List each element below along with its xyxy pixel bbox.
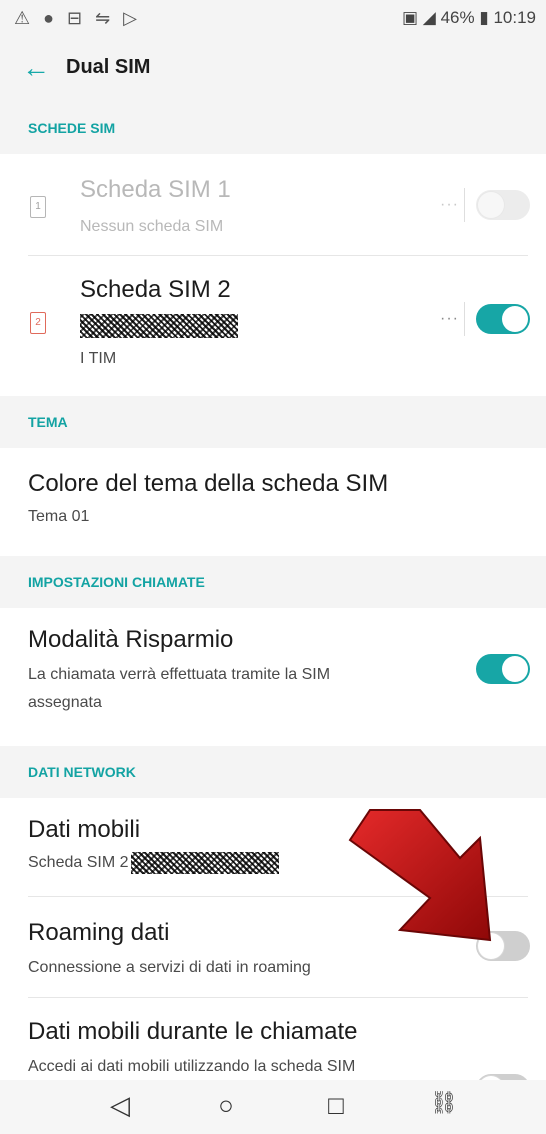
theme-color-row[interactable]: Colore del tema della scheda SIM Tema 01 [0,448,546,548]
battery-level: 46% [440,8,475,27]
saving-mode-toggle[interactable] [476,654,530,684]
saving-mode-title: Modalità Risparmio [28,626,234,653]
sim2-title: Scheda SIM 2 [80,276,231,303]
back-triangle-icon[interactable]: ◁ [100,1090,140,1124]
page-title: Dual SIM [66,56,151,78]
sim2-row[interactable]: 2 Scheda SIM 2 I TIM ··· [0,256,546,386]
saving-mode-desc-line2: assegnata [28,694,102,711]
divider-vertical [464,188,465,222]
mobile-data-value: Scheda SIM 2 [28,850,279,876]
more-options-icon[interactable]: ··· [440,310,459,328]
notification-icons: ⚠ ● ⊟ ⇋ ▷ [14,8,142,28]
roaming-subtitle: Connessione a servizi di dati in roaming [28,959,311,976]
app-bar: ← Dual SIM [0,36,546,102]
data-during-calls-row[interactable]: Dati mobili durante le chiamate Accedi a… [0,998,546,1080]
mobile-data-sim-label: Scheda SIM 2 [28,854,129,871]
battery-icon: ▮ [479,8,489,27]
data-during-calls-title: Dati mobili durante le chiamate [28,1018,358,1045]
sim1-subtitle: Nessun scheda SIM [80,218,224,235]
mobile-data-title: Dati mobili [28,816,141,843]
back-arrow-icon[interactable]: ← [22,52,50,84]
sim-card-icon: 1 [30,196,46,218]
theme-color-title: Colore del tema della scheda SIM [28,470,389,497]
sim-card-icon: 2 [30,312,46,334]
section-title: DATI NETWORK [28,764,136,780]
annotation-arrow-icon [348,809,492,942]
nfc-icon: ▣ [401,8,419,27]
section-title: IMPOSTAZIONI CHIAMATE [28,574,205,590]
data-during-calls-subtitle: Accedi ai dati mobili utilizzando la sch… [28,1058,356,1075]
recents-square-icon[interactable]: □ [316,1090,356,1124]
theme-color-value: Tema 01 [28,508,90,525]
system-navigation-bar: ◁ ○ □ ⛓ [0,1080,546,1134]
sim2-operator: I TIM [80,350,117,367]
clock: 10:19 [493,8,536,27]
roaming-title: Roaming dati [28,919,170,946]
mobile-data-number-masked [130,851,279,874]
sim1-title: Scheda SIM 1 [80,176,231,203]
signal-icon: ◢ [422,8,436,27]
section-header-sim-cards: SCHEDE SIM [0,102,546,154]
status-right: ▣ ◢ 46% ▮ 10:19 [402,8,536,28]
section-title: SCHEDE SIM [28,120,116,136]
status-bar: ⚠ ● ⊟ ⇋ ▷ ▣ ◢ 46% ▮ 10:19 [0,0,546,36]
saving-mode-row[interactable]: Modalità Risparmio La chiamata verrà eff… [0,610,546,740]
more-options-icon[interactable]: ··· [440,196,459,214]
saving-mode-desc-line1: La chiamata verrà effettuata tramite la … [28,666,331,683]
section-header-theme: TEMA [0,396,546,448]
sim2-number-masked [80,314,238,338]
section-header-call-settings: IMPOSTAZIONI CHIAMATE [0,556,546,608]
home-circle-icon[interactable]: ○ [206,1090,246,1124]
section-title: TEMA [28,414,68,430]
divider-vertical [464,302,465,336]
section-header-network-data: DATI NETWORK [0,746,546,798]
sim1-row[interactable]: 1 Scheda SIM 1 Nessun scheda SIM ··· [0,154,546,254]
sim2-toggle[interactable] [476,304,530,334]
dual-sim-switch-icon[interactable]: ⛓ [424,1090,464,1124]
sim1-toggle[interactable] [476,190,530,220]
